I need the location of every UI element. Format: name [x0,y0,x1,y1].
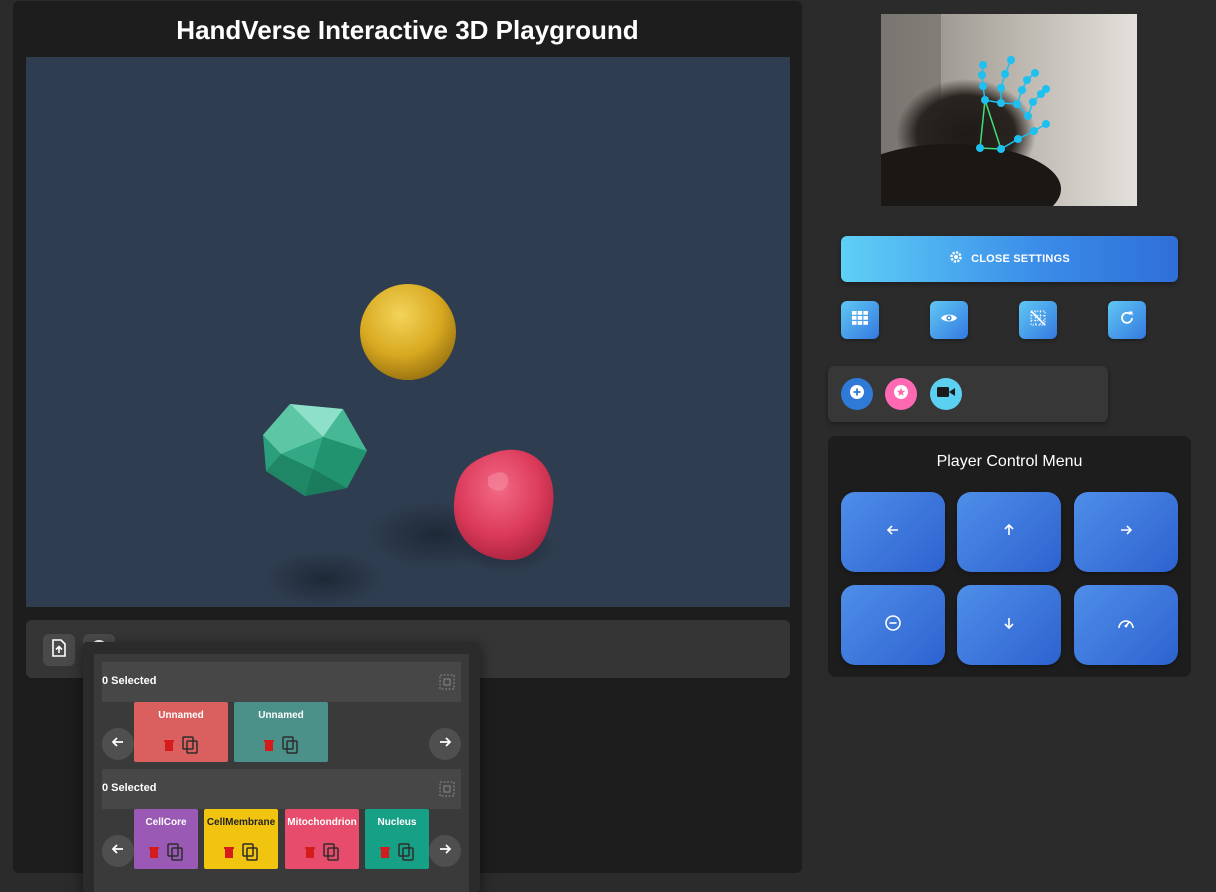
object-palette-popup: 0 Selected Unnamed Unnamed 0 Selected Ce… [83,642,480,892]
favorite-button[interactable] [885,378,917,410]
selection-bar: 0 Selected [102,662,461,702]
copy-icon[interactable] [398,843,414,861]
palette-card[interactable]: Unnamed [134,702,228,762]
arrow-up-icon [1001,522,1017,543]
refresh-icon [1119,310,1135,331]
zoom-out-icon [884,614,902,637]
arrow-right-icon [1118,522,1134,543]
close-settings-button[interactable]: CLOSE SETTINGS [841,236,1178,282]
page-title: HandVerse Interactive 3D Playground [176,15,639,45]
eye-icon [940,311,958,329]
speed-icon [1117,615,1135,636]
selection-count: 0 Selected [102,782,157,794]
3d-scene [263,284,556,607]
yellow-sphere[interactable] [360,284,456,380]
palette-card[interactable]: Unnamed [234,702,328,762]
player-control-menu: Player Control Menu [828,436,1191,677]
grid-off-button[interactable] [1019,301,1057,339]
arrow-left-icon [885,522,901,543]
palette-container: 0 Selected Unnamed Unnamed 0 Selected Ce… [94,654,469,892]
delete-icon[interactable] [224,846,234,858]
palette-card[interactable]: CellCore [134,809,198,869]
creation-toolbar [828,366,1108,422]
palette-card[interactable]: Nucleus [365,809,429,869]
palette-prev-button[interactable] [102,728,134,760]
arrow-down-icon [1001,615,1017,636]
grid-icon [852,310,868,330]
copy-icon[interactable] [182,736,198,754]
upload-file-button[interactable] [43,634,75,666]
reset-scene-button[interactable] [1108,301,1146,339]
copy-icon[interactable] [167,843,183,861]
move-left-button[interactable] [841,492,945,572]
move-forward-button[interactable] [957,492,1061,572]
grid-toggle-button[interactable] [841,301,879,339]
card-label: Mitochondrion [287,817,357,828]
gear-icon [949,250,963,269]
video-camera-icon [937,385,955,403]
card-label: Nucleus [377,817,417,828]
copy-icon[interactable] [242,843,258,861]
palette-card[interactable]: CellMembrane [204,809,278,869]
3d-viewport[interactable] [26,57,790,607]
delete-icon[interactable] [380,846,390,858]
delete-icon[interactable] [149,846,159,858]
selection-bar: 0 Selected [102,769,461,809]
card-label: CellMembrane [206,817,276,828]
star-circle-icon [893,384,909,405]
arrow-right-icon [437,841,453,862]
hand-tracking-overlay [881,14,1137,206]
delete-icon[interactable] [264,739,274,751]
palette-card[interactable]: Mitochondrion [285,809,359,869]
grid-off-icon [1030,309,1046,331]
zoom-out-button[interactable] [841,585,945,665]
teal-icosahedron[interactable] [263,404,367,496]
move-right-button[interactable] [1074,492,1178,572]
blob-highlight [488,472,509,491]
webcam-preview [881,14,1137,206]
shadow-icosahedron [264,551,384,607]
copy-icon[interactable] [282,736,298,754]
selection-count: 0 Selected [102,675,157,687]
speed-button[interactable] [1074,585,1178,665]
arrow-left-icon [110,841,126,862]
select-all-icon[interactable] [439,674,455,690]
player-menu-title: Player Control Menu [936,453,1083,470]
card-label: Unnamed [158,710,204,721]
file-upload-icon [51,638,67,662]
palette-next-button[interactable] [429,728,461,760]
palette-next-button[interactable] [429,835,461,867]
move-backward-button[interactable] [957,585,1061,665]
visibility-toggle-button[interactable] [930,301,968,339]
card-label: Unnamed [258,710,304,721]
palette-prev-button[interactable] [102,835,134,867]
delete-icon[interactable] [164,739,174,751]
close-settings-label: CLOSE SETTINGS [971,253,1070,265]
pink-blob[interactable] [453,449,554,561]
camera-button[interactable] [930,378,962,410]
add-circle-icon [849,384,865,405]
arrow-left-icon [110,734,126,755]
delete-icon[interactable] [305,846,315,858]
arrow-right-icon [437,734,453,755]
select-all-icon[interactable] [439,781,455,797]
copy-icon[interactable] [323,843,339,861]
add-object-button[interactable] [841,378,873,410]
card-label: CellCore [145,817,187,828]
